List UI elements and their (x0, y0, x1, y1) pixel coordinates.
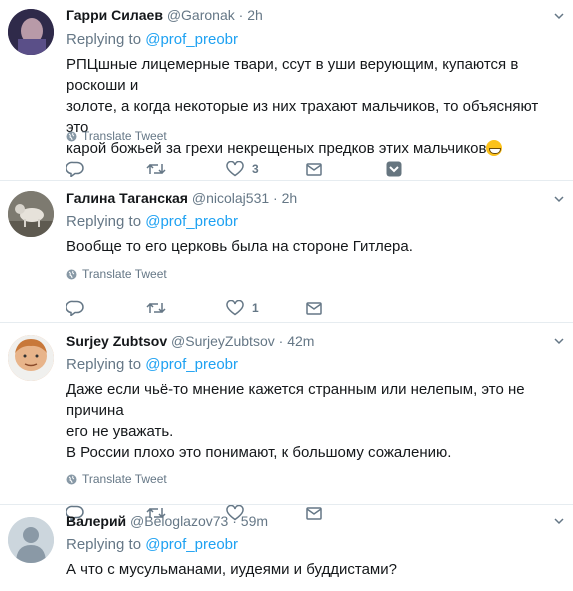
direct-message-button[interactable] (306, 301, 386, 315)
grinning-face-emoji (486, 140, 503, 156)
replying-prefix: Replying to (66, 213, 142, 230)
replying-prefix: Replying to (66, 356, 142, 373)
direct-message-button[interactable] (306, 162, 386, 176)
timestamp[interactable]: 42m (287, 333, 314, 349)
tweet-text-line: его не уважать. (66, 423, 174, 440)
avatar-image (8, 335, 54, 381)
tweet-text: Даже если чьё-то мнение кажется странным… (66, 379, 563, 463)
reply-icon (66, 161, 84, 177)
direct-message-icon (306, 162, 322, 176)
dm-active-icon (386, 161, 402, 177)
replying-to: Replying to @prof_preobr (66, 355, 563, 375)
author-handle[interactable]: @Beloglazov73 (130, 513, 228, 529)
tweet[interactable]: Галина Таганская @nicolaj531 · 2h Replyi… (0, 181, 573, 323)
like-icon (226, 161, 244, 177)
author-handle[interactable]: @Garonak (167, 7, 235, 23)
author-handle[interactable]: @SurjeyZubtsov (171, 333, 275, 349)
reply-button[interactable] (66, 161, 146, 177)
reply-button[interactable] (66, 300, 146, 316)
globe-icon (66, 131, 77, 141)
tweet-text: РПЦшные лицемерные твари, ссут в уши вер… (66, 54, 563, 157)
translate-label: Translate Tweet (82, 129, 167, 143)
chevron-down-icon[interactable] (553, 335, 565, 347)
like-count: 1 (252, 301, 259, 315)
avatar-image (8, 191, 54, 237)
tweet-header: Surjey Zubtsov @SurjeyZubtsov · 42m (66, 332, 563, 350)
avatar[interactable] (8, 9, 54, 55)
like-icon (226, 300, 244, 316)
chevron-down-icon[interactable] (553, 10, 565, 22)
avatar[interactable] (8, 191, 54, 237)
separator-dot: · (273, 190, 278, 206)
retweet-icon (146, 163, 166, 175)
tweet[interactable]: Surjey Zubtsov @SurjeyZubtsov · 42m Repl… (0, 323, 573, 521)
reply-icon (66, 300, 84, 316)
author-name[interactable]: Галина Таганская (66, 190, 188, 206)
replying-to: Replying to @prof_preobr (66, 30, 563, 50)
tweet[interactable]: Гарри Силаев @Garonak · 2h Replying to @… (0, 0, 573, 181)
direct-message-icon (306, 301, 322, 315)
separator-dot: · (238, 7, 244, 23)
like-button[interactable]: 3 (226, 161, 306, 177)
timestamp[interactable]: 59m (241, 513, 268, 529)
like-button[interactable]: 1 (226, 300, 306, 316)
tweet-actions: 3 (66, 159, 563, 179)
replying-to: Replying to @prof_preobr (66, 535, 563, 555)
separator-dot: · (278, 333, 284, 349)
tweet-actions: 1 (66, 298, 563, 318)
tweet-header: Валерий @Beloglazov73 · 59m (66, 512, 563, 530)
replying-to: Replying to @prof_preobr (66, 212, 563, 232)
retweet-button[interactable] (146, 162, 226, 176)
tweet-header: Гарри Силаев @Garonak · 2h (66, 6, 563, 24)
tweet-text-line: А что с мусульманами, иудеями и буддиста… (66, 561, 397, 578)
globe-icon (66, 474, 77, 484)
default-avatar-icon (8, 517, 54, 563)
tweet[interactable]: Валерий @Beloglazov73 · 59m Replying to … (0, 505, 573, 591)
translate-label: Translate Tweet (82, 472, 167, 486)
avatar[interactable] (8, 517, 54, 563)
translate-label: Translate Tweet (82, 267, 167, 281)
translate-tweet[interactable]: Translate Tweet (66, 471, 563, 487)
author-name[interactable]: Валерий (66, 513, 126, 529)
tweet-text: Вообще то его церковь была на стороне Ги… (66, 236, 563, 257)
tweet-text: А что с мусульманами, иудеями и буддиста… (66, 559, 563, 580)
tweet-text-line: В России плохо это понимают, к большому … (66, 444, 452, 461)
chevron-down-icon[interactable] (553, 515, 565, 527)
dm-active-button[interactable] (386, 161, 402, 177)
retweet-button[interactable] (146, 301, 226, 315)
tweet-text-line: Даже если чьё-то мнение кажется странным… (66, 381, 525, 419)
replying-to-link[interactable]: @prof_preobr (145, 536, 238, 553)
tweet-text-line: РПЦшные лицемерные твари, ссут в уши вер… (66, 56, 519, 94)
globe-icon (66, 269, 77, 279)
replying-prefix: Replying to (66, 536, 142, 553)
retweet-icon (146, 302, 166, 314)
replying-to-link[interactable]: @prof_preobr (145, 213, 238, 230)
timestamp[interactable]: 2h (282, 190, 298, 206)
translate-tweet[interactable]: Translate Tweet (66, 266, 563, 282)
tweet-text-line: Вообще то его церковь была на стороне Ги… (66, 238, 413, 255)
replying-to-link[interactable]: @prof_preobr (145, 31, 238, 48)
avatar-image (8, 9, 54, 55)
timestamp[interactable]: 2h (247, 7, 263, 23)
author-handle[interactable]: @nicolaj531 (192, 190, 269, 206)
author-name[interactable]: Surjey Zubtsov (66, 333, 167, 349)
replying-to-link[interactable]: @prof_preobr (145, 356, 238, 373)
chevron-down-icon[interactable] (553, 193, 565, 205)
replying-prefix: Replying to (66, 31, 142, 48)
like-count: 3 (252, 162, 259, 176)
separator-dot: · (232, 513, 237, 529)
author-name[interactable]: Гарри Силаев (66, 7, 163, 23)
avatar[interactable] (8, 335, 54, 381)
tweet-header: Галина Таганская @nicolaj531 · 2h (66, 189, 563, 207)
